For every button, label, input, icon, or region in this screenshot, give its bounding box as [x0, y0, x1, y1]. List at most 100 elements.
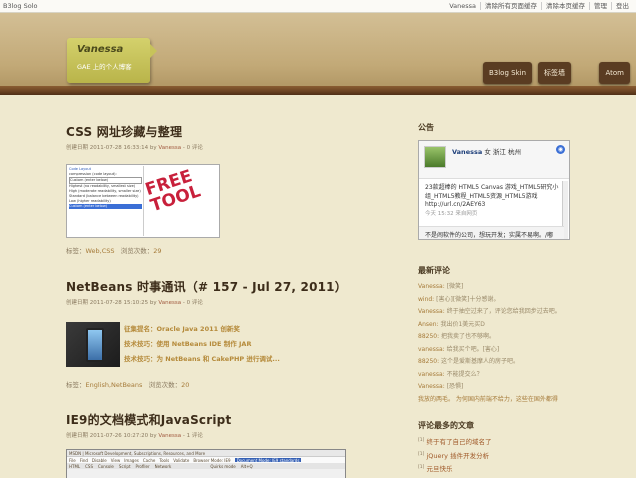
comment-text: 我放的两毛。 为何国内前端不给力，这些在国外都得: [418, 395, 558, 403]
comment-text: 把我卖了也不够啊。: [441, 333, 496, 340]
comment-item[interactable]: 88250: 把我卖了也不够啊。: [418, 331, 570, 344]
topbar-link-admin[interactable]: 管理: [589, 2, 611, 10]
views-label: 浏览次数：: [120, 247, 154, 255]
topbar-links: Vanessa 清除所有页面缓存 清除本页缓存 管理 登出: [445, 2, 633, 10]
screenshot-tab: Network: [154, 464, 172, 469]
tag-link[interactable]: English,NetBeans: [86, 381, 143, 389]
article-item[interactable]: [1] 元旦快乐: [418, 462, 570, 476]
post-comment-count[interactable]: - 0 评论: [181, 300, 203, 306]
blog-sign[interactable]: Vanessa GAE 上的个人博客: [67, 38, 157, 83]
screenshot-menu-item: Disable: [91, 458, 107, 463]
weibo-widget: Vanessa 女 浙江 杭州 ◉ 23款超棒的 HTML5 Canvas 游戏…: [418, 140, 570, 240]
views-count: 29: [153, 247, 162, 255]
screenshot-quirks-mode: Quirks mode: [210, 464, 236, 469]
comment-item[interactable]: 我放的两毛。 为何国内前端不给力，这些在国外都得: [418, 394, 570, 407]
excerpt-link[interactable]: 技术技巧：为 NetBeans 和 CakePHP 进行调试...: [124, 352, 280, 367]
comment-text: 我出价1美元买D: [440, 320, 485, 328]
screenshot-menu-item: File: [69, 458, 76, 463]
nav-tags-button[interactable]: 标签墙: [538, 62, 571, 84]
article-item[interactable]: [1] jQuery 插件开发分析: [418, 449, 570, 463]
comment-author: 88250:: [418, 358, 440, 365]
screenshot-menu-item: Validate: [173, 458, 190, 463]
comment-item[interactable]: vanessa: 不能提交么？: [418, 369, 570, 382]
comment-item[interactable]: wind: [害心][微笑]十分感谢。: [418, 294, 570, 307]
screenshot-tabs: HTML CSS Console Script Profiler Network…: [67, 463, 345, 469]
avatar[interactable]: [424, 146, 446, 168]
most-commented-list: [1] 终于有了自己的域名了 [1] jQuery 插件开发分析 [1] 元旦快…: [418, 435, 570, 476]
topbar-link-user[interactable]: Vanessa: [445, 2, 480, 10]
free-tool-badge: FREE TOOL: [142, 166, 204, 217]
post-author[interactable]: Vanessa: [158, 145, 181, 151]
weibo-footer: 不是闹软件的公司，想玩开发；实属不易啊。/嘟: [419, 226, 564, 239]
comment-author: vanessa:: [418, 345, 445, 353]
post-list: CSS 网址珍藏与整理 创建日期 2011-07-28 16:33:14 by …: [66, 95, 356, 478]
post: CSS 网址珍藏与整理 创建日期 2011-07-28 16:33:14 by …: [66, 123, 356, 255]
article-title: 元旦快乐: [426, 465, 453, 474]
excerpt-link[interactable]: 技术技巧：使用 NetBeans IDE 制作 JAR: [124, 337, 280, 352]
weibo-icon[interactable]: ◉: [556, 145, 565, 154]
screenshot-titlebar: MSDN | Microsoft Development, Subscripti…: [67, 450, 345, 457]
screenshot-menu-item-highlight: Document Mode: IE9 standards: [234, 458, 302, 463]
tags-label: 标签：: [66, 247, 86, 255]
article-count: [1]: [418, 438, 425, 443]
comment-text: [害心][微笑]十分感谢。: [436, 295, 500, 303]
comment-author: 88250:: [418, 333, 440, 340]
comment-item[interactable]: vanessa: 给我买个吧。[害心]: [418, 344, 570, 357]
article-item[interactable]: [1] 终于有了自己的域名了: [418, 435, 570, 449]
comment-item[interactable]: Ansen: 我出价1美元买D: [418, 319, 570, 332]
admin-topbar: B3log Solo Vanessa 清除所有页面缓存 清除本页缓存 管理 登出: [0, 0, 636, 13]
comment-item[interactable]: Vanessa: [微笑]: [418, 281, 570, 294]
comment-author: Vanessa:: [418, 383, 445, 390]
nav-skin-button[interactable]: B3log Skin: [482, 62, 532, 84]
post-comment-count[interactable]: - 0 评论: [181, 145, 203, 151]
topbar-link-clear-page-cache[interactable]: 清除本页缓存: [541, 2, 589, 10]
weibo-post: 23款超棒的 HTML5 Canvas 游戏_HTML5研究小组_HTML5教程…: [419, 179, 569, 223]
post: IE9的文档模式和JavaScript 创建日期 2011-07-26 10:2…: [66, 411, 356, 478]
post-title[interactable]: NetBeans 时事通讯（# 157 - Jul 27, 2011）: [66, 278, 356, 295]
most-commented-heading: 评论最多的文章: [418, 421, 474, 430]
topbar-link-logout[interactable]: 登出: [611, 2, 633, 10]
weibo-header: Vanessa 女 浙江 杭州 ◉: [419, 141, 569, 179]
recent-comments: Vanessa: [微笑] wind: [害心][微笑]十分感谢。 Vaness…: [418, 281, 570, 406]
comment-item[interactable]: 88250: 这个是爱斯基摩人的房子吧。: [418, 356, 570, 369]
screenshot-tab: HTML: [69, 464, 81, 469]
views-count: 20: [181, 381, 190, 389]
weibo-username[interactable]: Vanessa: [452, 148, 482, 156]
screenshot-tab: Console: [98, 464, 114, 469]
post-author[interactable]: Vanessa: [158, 300, 181, 306]
views-label: 浏览次数：: [148, 381, 182, 389]
post: NetBeans 时事通讯（# 157 - Jul 27, 2011） 创建日期…: [66, 278, 356, 389]
post-author[interactable]: Vanessa: [158, 433, 181, 439]
notice-heading: 公告: [418, 123, 434, 132]
weibo-user: Vanessa 女 浙江 杭州: [452, 146, 521, 173]
post-thumbnail: Code Layout compression (code layout): C…: [66, 164, 220, 238]
blog-title[interactable]: Vanessa: [77, 44, 140, 55]
post-excerpt: 征集提名：Oracle Java 2011 创新奖 技术技巧：使用 NetBea…: [66, 322, 356, 367]
post-title[interactable]: CSS 网址珍藏与整理: [66, 123, 356, 140]
screenshot-tab: CSS: [85, 464, 94, 469]
screenshot-menu-item: View: [110, 458, 121, 463]
article-title: 终于有了自己的域名了: [426, 438, 492, 447]
screenshot-menu-item: Tools: [159, 458, 170, 463]
post-comment-count[interactable]: - 1 评论: [181, 433, 203, 439]
wood-shelf: [0, 86, 636, 95]
post-date: 创建日期 2011-07-28 16:33:14 by: [66, 145, 159, 151]
nav-atom-button[interactable]: Atom: [599, 62, 630, 84]
post-title[interactable]: IE9的文档模式和JavaScript: [66, 411, 356, 428]
topbar-link-clear-all-cache[interactable]: 清除所有页面缓存: [480, 2, 541, 10]
screenshot-menu-item: Find: [79, 458, 88, 463]
comment-author: Vanessa:: [418, 308, 445, 315]
post-screenshot: MSDN | Microsoft Development, Subscripti…: [66, 449, 346, 478]
post-tags: 标签：Web,CSS 浏览次数：29: [66, 245, 356, 255]
screenshot-tab: Script: [118, 464, 131, 469]
excerpt-link[interactable]: 征集提名：Oracle Java 2011 创新奖: [124, 322, 280, 337]
comment-item[interactable]: Vanessa: [恐惧]: [418, 381, 570, 394]
thumb-line: Custom (enter below): [69, 177, 142, 184]
thumbnail-panel: Code Layout compression (code layout): C…: [68, 166, 144, 236]
brand-link[interactable]: B3log Solo: [3, 2, 37, 10]
sidebar: 公告 Vanessa 女 浙江 杭州 ◉ 23款超棒的 HTML5 Canvas…: [418, 95, 570, 476]
tag-link[interactable]: Web,CSS: [86, 247, 115, 255]
comment-text: 给我买个吧。[害心]: [446, 345, 500, 353]
comment-text: 终于抽空过来了，评论您给我回步过去吧。: [446, 308, 561, 315]
comment-item[interactable]: Vanessa: 终于抽空过来了，评论您给我回步过去吧。: [418, 306, 570, 319]
